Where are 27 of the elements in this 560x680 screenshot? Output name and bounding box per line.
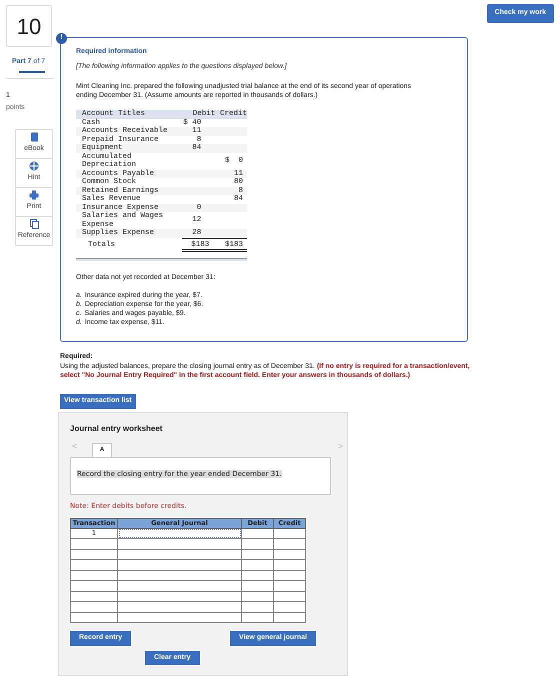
input-field[interactable] xyxy=(118,538,242,549)
hint-icon xyxy=(29,161,39,172)
transaction-cell xyxy=(70,580,118,591)
input-field[interactable] xyxy=(274,538,306,549)
transaction-cell xyxy=(70,602,118,612)
input-field[interactable] xyxy=(274,560,306,570)
transaction-cell xyxy=(70,612,118,622)
input-field[interactable] xyxy=(274,580,306,591)
input-field[interactable] xyxy=(274,612,306,622)
input-field[interactable] xyxy=(118,580,242,591)
question-number: 10 xyxy=(6,5,52,47)
book-icon xyxy=(30,132,38,142)
worksheet-title: Journal entry worksheet xyxy=(70,422,164,434)
input-field[interactable] xyxy=(242,602,274,612)
input-field[interactable] xyxy=(242,538,274,549)
transaction-cell xyxy=(70,538,118,549)
transaction-cell xyxy=(70,560,118,570)
documents-icon xyxy=(30,219,38,230)
input-field[interactable] xyxy=(118,560,242,570)
input-field[interactable] xyxy=(118,612,242,622)
input-field[interactable] xyxy=(242,612,274,622)
input-field[interactable] xyxy=(242,560,274,570)
input-field[interactable] xyxy=(118,602,242,612)
printer-icon xyxy=(29,190,39,200)
input-field[interactable] xyxy=(242,580,274,591)
input-field[interactable] xyxy=(118,528,242,538)
input-field[interactable] xyxy=(274,602,306,612)
